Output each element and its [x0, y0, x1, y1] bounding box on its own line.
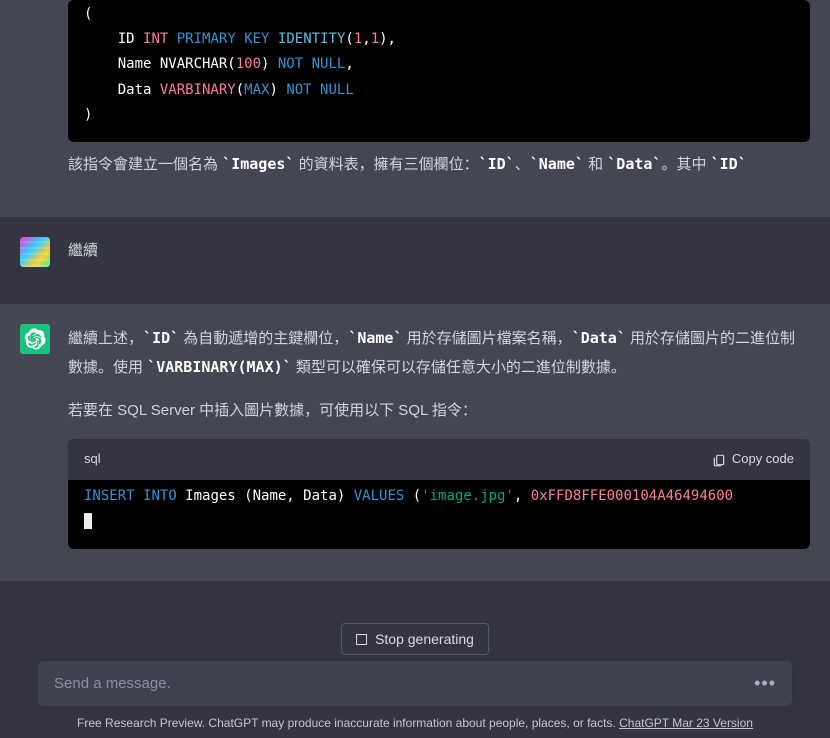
clipboard-icon: [712, 453, 726, 467]
user-avatar: [20, 237, 50, 267]
code-block: sql Copy code INSERT INTO Images (Name, …: [68, 439, 810, 548]
inline-code: `Name`: [530, 155, 584, 173]
code-header: sql Copy code: [68, 439, 810, 480]
stop-generating-button[interactable]: Stop generating: [341, 623, 489, 655]
code-content: INSERT INTO Images (Name, Data) VALUES (…: [68, 480, 810, 548]
assistant-message: 繼續上述，`ID` 為自動遞增的主鍵欄位，`Name` 用於存儲圖片檔案名稱，`…: [0, 304, 830, 581]
code-language-label: sql: [84, 447, 101, 472]
assistant-avatar: [20, 324, 50, 354]
assistant-paragraph: 繼續上述，`ID` 為自動遞增的主鍵欄位，`Name` 用於存儲圖片檔案名稱，`…: [68, 324, 810, 383]
code-content: ( ID INT PRIMARY KEY IDENTITY(1,1), Name…: [68, 0, 810, 142]
message-input-container[interactable]: •••: [38, 661, 792, 706]
inline-code: `Data`: [572, 329, 626, 347]
copy-code-button[interactable]: Copy code: [712, 447, 794, 472]
inline-code: `ID`: [711, 155, 747, 173]
user-text: 繼續: [68, 237, 810, 266]
input-area: Stop generating ••• Free Research Previe…: [0, 651, 830, 738]
more-options-icon[interactable]: •••: [754, 673, 776, 694]
inline-code: `Name`: [348, 329, 402, 347]
message-content: 繼續: [68, 237, 810, 280]
assistant-paragraph: 該指令會建立一個名為 `Images` 的資料表，擁有三個欄位：`ID`、`Na…: [68, 150, 810, 180]
message-content: 繼續上述，`ID` 為自動遞增的主鍵欄位，`Name` 用於存儲圖片檔案名稱，`…: [68, 324, 810, 557]
openai-icon: [24, 328, 46, 350]
version-link[interactable]: ChatGPT Mar 23 Version: [619, 716, 753, 730]
inline-code: `Data`: [607, 155, 661, 173]
avatar-spacer: [20, 0, 50, 193]
message-content: ( ID INT PRIMARY KEY IDENTITY(1,1), Name…: [68, 0, 810, 193]
code-block: ( ID INT PRIMARY KEY IDENTITY(1,1), Name…: [68, 0, 810, 142]
message-input[interactable]: [54, 675, 744, 692]
footer-disclaimer: Free Research Preview. ChatGPT may produ…: [38, 716, 792, 730]
assistant-paragraph: 若要在 SQL Server 中插入圖片數據，可使用以下 SQL 指令：: [68, 397, 810, 426]
inline-code: `ID`: [479, 155, 515, 173]
inline-code: `Images`: [222, 155, 294, 173]
inline-code: `VARBINARY(MAX)`: [147, 358, 292, 376]
stop-icon: [356, 634, 367, 645]
stop-label: Stop generating: [375, 631, 474, 647]
copy-label: Copy code: [732, 447, 794, 472]
user-message: 繼續: [0, 217, 830, 304]
assistant-message: ( ID INT PRIMARY KEY IDENTITY(1,1), Name…: [0, 0, 830, 217]
inline-code: `ID`: [143, 329, 179, 347]
